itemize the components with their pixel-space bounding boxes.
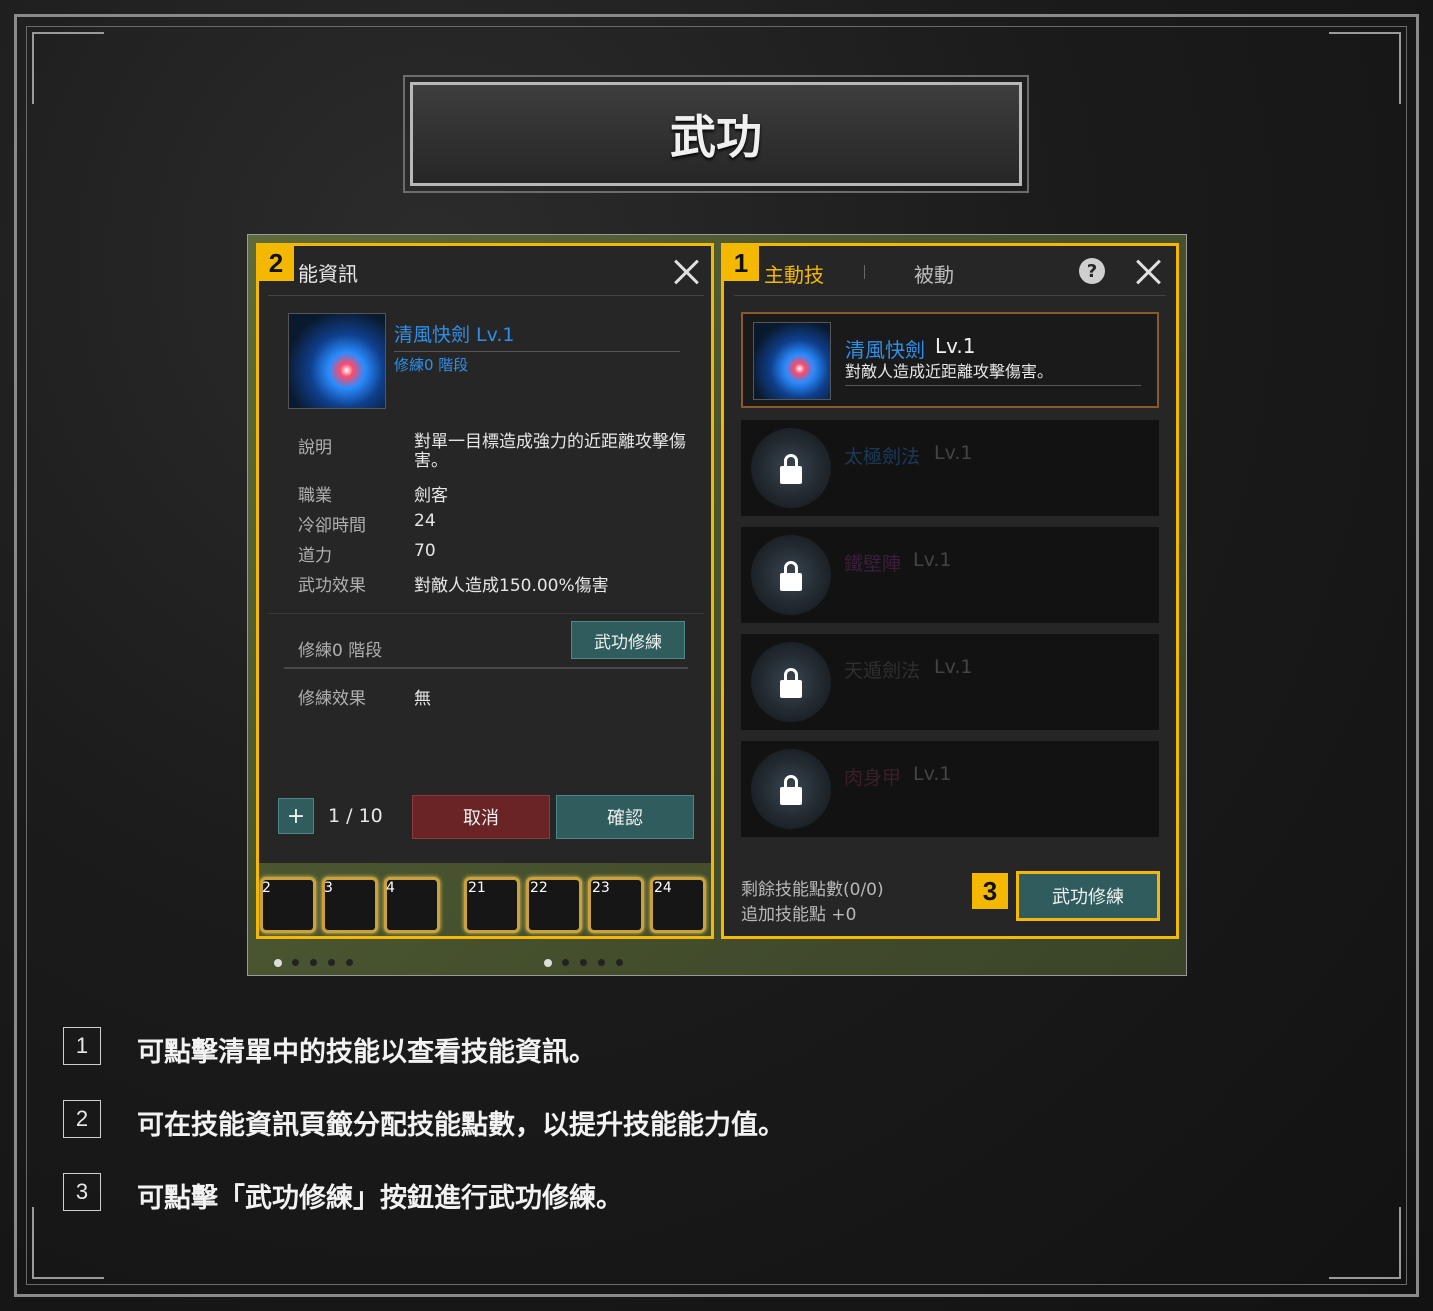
lock-icon	[751, 535, 831, 615]
hotbar-slot[interactable]: 2	[260, 877, 316, 933]
corner-ornament-top-left	[32, 32, 104, 104]
callout-marker-3: 3	[972, 873, 1008, 909]
corner-ornament-top-right	[1329, 32, 1401, 104]
skill-card-desc: 對敵人造成近距離攻擊傷害。	[845, 362, 1054, 381]
divider	[394, 351, 680, 352]
legend-text-1: 可點擊清單中的技能以查看技能資訊。	[137, 1037, 596, 1068]
callout-marker-1: 1	[723, 245, 759, 281]
locked-skill-name: 鐵壁陣	[844, 553, 902, 575]
locked-skill-level: Lv.1	[913, 549, 952, 571]
point-counter: 1 / 10	[328, 805, 383, 827]
locked-skill-name: 肉身甲	[844, 767, 902, 789]
skill-card-selected[interactable]: 清風快劍 Lv.1 對敵人造成近距離攻擊傷害。	[741, 312, 1159, 408]
hotbar-slot[interactable]: 23	[588, 877, 644, 933]
tab-active-skills[interactable]: 主動技	[764, 259, 824, 288]
page-dots-right	[544, 959, 654, 967]
mana-value: 70	[414, 541, 436, 561]
legend-text-3: 可點擊「武功修練」按鈕進行武功修練。	[137, 1183, 623, 1214]
locked-skill-name: 天遁劍法	[844, 660, 921, 682]
lock-icon	[751, 428, 831, 508]
cooldown-value: 24	[414, 511, 436, 531]
hotbar-slot[interactable]: 21	[464, 877, 520, 933]
slot-number: 22	[530, 880, 548, 896]
mana-label: 道力	[298, 546, 332, 566]
divider	[734, 295, 1166, 296]
train-effect-label: 修練效果	[298, 689, 366, 709]
skill-info-title: 能資訊	[298, 262, 358, 286]
locked-skill-level: Lv.1	[913, 763, 952, 785]
stage-label: 修練0 階段	[298, 641, 383, 661]
slot-number: 3	[324, 880, 333, 896]
slot-number: 4	[386, 880, 395, 896]
legend-number-2: 2	[63, 1100, 101, 1138]
cooldown-label: 冷卻時間	[298, 516, 366, 536]
corner-ornament-bottom-right	[1329, 1207, 1401, 1279]
divider	[284, 667, 688, 669]
page-dots-left	[274, 959, 384, 967]
desc-label: 說明	[298, 438, 332, 458]
skill-card-level: Lv.1	[935, 334, 976, 358]
confirm-button[interactable]: 確認	[556, 795, 694, 839]
hotbar-slot[interactable]: 22	[526, 877, 582, 933]
legend-number-3: 3	[63, 1173, 101, 1211]
skill-card-locked[interactable]: 鐵壁陣 Lv.1	[741, 527, 1159, 623]
hotbar-slot[interactable]: 24	[650, 877, 706, 933]
tab-passive-skills[interactable]: 被動	[914, 259, 954, 288]
train-button-small[interactable]: 武功修練	[571, 621, 685, 659]
game-screenshot: 能資訊 清風快劍 Lv.1 修練0 階段 說明 對單一目標造成強力的近距離攻擊傷…	[247, 234, 1187, 976]
hotbar-slot[interactable]: 3	[322, 877, 378, 933]
locked-skill-name: 太極劍法	[844, 446, 921, 468]
points-added: 追加技能點 +0	[741, 905, 857, 925]
divider	[845, 385, 1141, 386]
divider	[268, 613, 704, 614]
skill-card-locked[interactable]: 天遁劍法 Lv.1	[741, 634, 1159, 730]
class-value: 劍客	[414, 486, 448, 506]
skill-stage: 修練0 階段	[394, 356, 469, 374]
lock-icon	[751, 642, 831, 722]
locked-skill-level: Lv.1	[934, 442, 973, 464]
close-icon[interactable]	[672, 257, 702, 287]
callout-marker-2: 2	[258, 245, 294, 281]
skill-icon-qingfeng	[753, 322, 831, 400]
corner-ornament-bottom-left	[32, 1207, 104, 1279]
lock-icon	[751, 749, 831, 829]
page-title: 武功	[670, 110, 762, 164]
title-plate: 武功	[403, 75, 1029, 193]
class-label: 職業	[298, 486, 332, 506]
points-remaining: 剩餘技能點數(0/0)	[741, 880, 884, 900]
legend-number-1: 1	[63, 1027, 101, 1065]
desc-value: 對單一目標造成強力的近距離攻擊傷害。	[414, 432, 686, 471]
skill-info-panel: 能資訊 清風快劍 Lv.1 修練0 階段 說明 對單一目標造成強力的近距離攻擊傷…	[258, 243, 714, 863]
hotbar-slot[interactable]: 4	[384, 877, 440, 933]
skill-icon-qingfeng	[288, 313, 386, 409]
skill-name: 清風快劍 Lv.1	[394, 324, 515, 346]
divider	[268, 295, 704, 296]
slot-number: 23	[592, 880, 610, 896]
help-icon[interactable]: ?	[1079, 258, 1105, 284]
slot-number: 24	[654, 880, 672, 896]
train-button[interactable]: 武功修練	[1018, 873, 1158, 919]
skill-card-locked[interactable]: 太極劍法 Lv.1	[741, 420, 1159, 516]
legend-text-2: 可在技能資訊頁籤分配技能點數，以提升技能能力值。	[137, 1110, 785, 1141]
slot-number: 2	[262, 880, 271, 896]
cancel-button[interactable]: 取消	[412, 795, 550, 839]
plus-button[interactable]: +	[278, 798, 314, 834]
slot-number: 21	[468, 880, 486, 896]
effect-label: 武功效果	[298, 576, 366, 596]
train-effect-value: 無	[414, 689, 431, 709]
skill-card-locked[interactable]: 肉身甲 Lv.1	[741, 741, 1159, 837]
tab-divider	[864, 265, 865, 279]
locked-skill-level: Lv.1	[934, 656, 973, 678]
close-icon[interactable]	[1134, 257, 1164, 287]
effect-value: 對敵人造成150.00%傷害	[414, 576, 609, 596]
